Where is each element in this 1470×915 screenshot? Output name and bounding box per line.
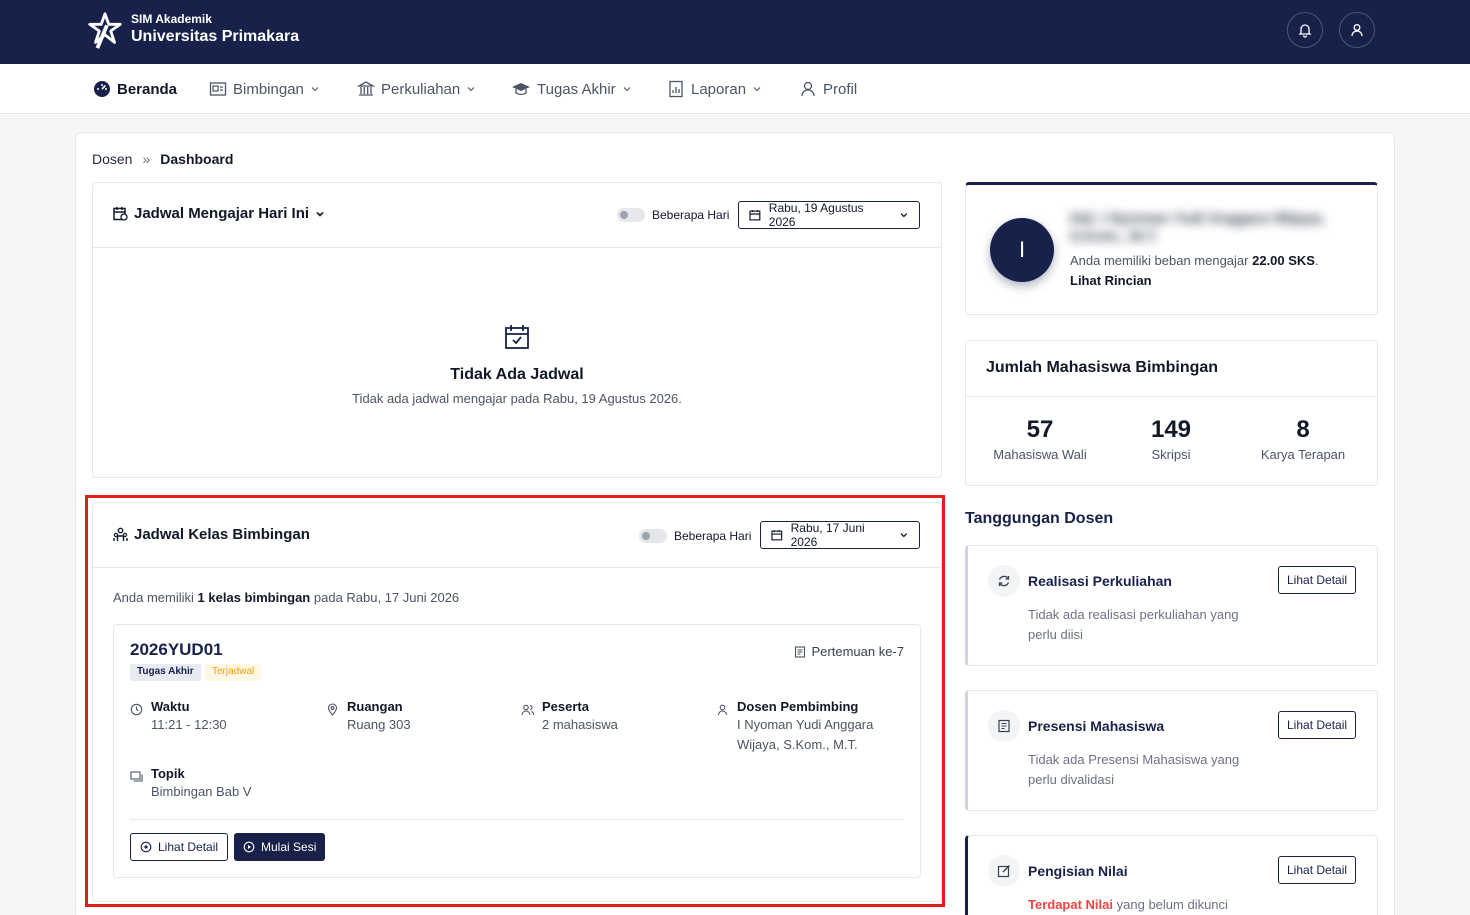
stat-value: 57: [1026, 416, 1054, 443]
user-menu-button[interactable]: [1339, 12, 1375, 48]
load-prefix: Anda memiliki beban mengajar: [1070, 253, 1249, 268]
multi-day-toggle[interactable]: [617, 208, 645, 222]
task-description-text: yang belum dikunci: [1116, 897, 1228, 912]
stat-label: Karya Terapan: [1260, 447, 1346, 462]
breadcrumb: Dosen » Dashboard: [92, 151, 233, 167]
highlight-frame: [85, 495, 945, 907]
main-nav: Beranda Bimbingan Perkuliahan Tugas Akhi…: [0, 64, 1470, 114]
card-title-text: Jadwal Mengajar Hari Ini: [134, 205, 310, 222]
responsibilities-title: Tanggungan Dosen: [965, 510, 1114, 527]
task-title: Pengisian Nilai: [1028, 863, 1128, 879]
refresh-icon: [998, 575, 1010, 587]
breadcrumb-root[interactable]: Dosen: [92, 151, 132, 167]
nav-perkuliahan[interactable]: Perkuliahan: [357, 64, 476, 114]
chevron-down-icon: [311, 87, 319, 92]
nav-label: Bimbingan: [233, 80, 304, 98]
chevron-down-icon: [623, 87, 631, 92]
calendar-icon: [749, 210, 761, 221]
view-detail-button[interactable]: Lihat Detail: [1278, 566, 1357, 594]
task-icon-wrapper: [988, 710, 1020, 742]
date-picker-value: Rabu, 19 Agustus 2026: [768, 201, 864, 229]
card-divider: [93, 247, 941, 248]
empty-state-description: Tidak ada jadwal mengajar pada Rabu, 19 …: [352, 391, 682, 406]
brand-subtitle: SIM Akademik: [131, 12, 212, 26]
calendar-clock-icon: [113, 207, 128, 221]
empty-state-title: Tidak Ada Jadwal: [450, 366, 584, 383]
task-icon-wrapper: [988, 565, 1020, 597]
nav-tugas-akhir[interactable]: Tugas Akhir: [511, 64, 632, 114]
view-breakdown-link[interactable]: Lihat Rincian: [1070, 273, 1152, 288]
bell-icon: [1298, 24, 1312, 38]
guidance-icon: [209, 82, 227, 96]
student-stats-title: Jumlah Mahasiswa Bimbingan: [986, 359, 1219, 376]
lecturer-name-redacted: Hal. I Nyoman Yudi Anggara Wijaya, S.Kom…: [1070, 210, 1325, 245]
dashboard-icon: [94, 81, 110, 97]
nav-label: Profil: [823, 80, 858, 98]
graduation-cap-icon: [512, 83, 530, 96]
nav-label: Laporan: [691, 80, 747, 98]
edit-icon: [997, 865, 1010, 878]
calendar-check-icon: [505, 325, 529, 349]
stat-value: 149: [1150, 416, 1192, 443]
nav-label: Perkuliahan: [381, 80, 461, 98]
stat-value: 8: [1296, 416, 1310, 443]
breadcrumb-current: Dashboard: [160, 151, 234, 167]
chevron-down-icon: [753, 87, 761, 92]
chevron-down-icon: [900, 213, 908, 218]
primakara-logo[interactable]: [86, 12, 124, 50]
task-title: Presensi Mahasiswa: [1028, 718, 1165, 734]
task-icon-wrapper: [988, 855, 1020, 887]
nav-laporan[interactable]: Laporan: [667, 64, 762, 114]
view-detail-button[interactable]: Lihat Detail: [1278, 856, 1357, 884]
user-icon: [1351, 24, 1363, 37]
task-description: Tidak ada realisasi perkuliahan yang per…: [1028, 607, 1239, 642]
stat-label: Mahasiswa Wali: [993, 447, 1087, 462]
view-detail-button[interactable]: Lihat Detail: [1278, 711, 1357, 739]
task-title: Realisasi Perkuliahan: [1028, 573, 1172, 589]
toggle-label: Beberapa Hari: [652, 208, 730, 222]
avatar: I: [990, 218, 1054, 282]
building-icon: [357, 81, 375, 96]
load-value: 22.00 SKS: [1252, 253, 1315, 268]
chevron-down-icon: [467, 87, 475, 92]
task-description: Tidak ada Presensi Mahasiswa yang perlu …: [1028, 752, 1240, 787]
teaching-load: Anda memiliki beban mengajar 22.00 SKS.: [1070, 253, 1319, 268]
top-bar: SIM Akademik Universitas Primakara: [0, 0, 1470, 64]
date-picker-button[interactable]: Rabu, 19 Agustus 2026: [738, 201, 920, 229]
teaching-schedule-title[interactable]: Jadwal Mengajar Hari Ini: [113, 205, 325, 222]
brand-title: Universitas Primakara: [131, 28, 300, 45]
nav-beranda[interactable]: Beranda: [93, 64, 177, 114]
nav-bimbingan[interactable]: Bimbingan: [209, 64, 320, 114]
nav-label: Tugas Akhir: [537, 80, 616, 98]
notification-button[interactable]: [1287, 12, 1323, 48]
document-icon: [998, 719, 1010, 733]
stat-label: Skripsi: [1151, 447, 1191, 462]
card-divider: [966, 396, 1377, 397]
task-description: Terdapat Nilai yang belum dikunci: [1028, 895, 1288, 915]
nav-label: Beranda: [117, 80, 178, 98]
task-alert-text: Terdapat Nilai: [1028, 897, 1114, 912]
nav-profil[interactable]: Profil: [799, 64, 857, 114]
report-icon: [669, 80, 683, 98]
load-suffix: .: [1314, 253, 1319, 268]
user-icon: [801, 81, 815, 97]
chevron-down-icon: [316, 211, 324, 217]
breadcrumb-separator: »: [142, 151, 151, 167]
